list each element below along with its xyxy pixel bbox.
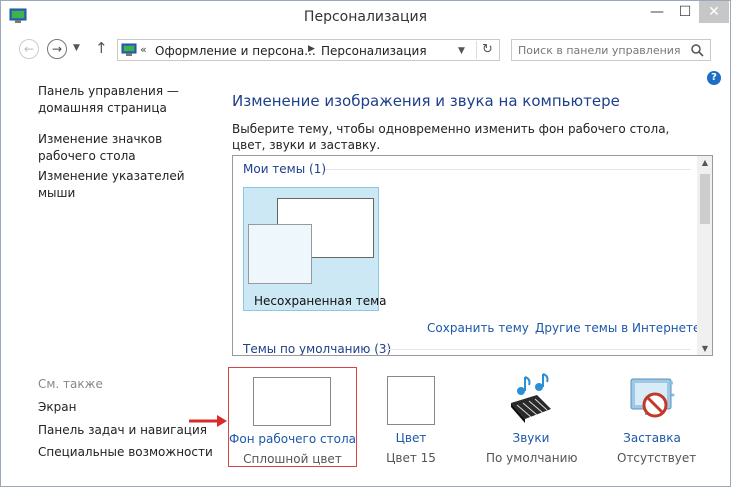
theme-tile-unsaved[interactable]: Несохраненная тема [243, 187, 387, 311]
personalization-window: Персонализация — ☐ ✕ ← → ▼ ↑ « Оформлени… [0, 0, 731, 487]
recent-pages-chevron-down-icon[interactable]: ▼ [73, 43, 80, 53]
sidebar-link-mouse-pointers[interactable]: Изменение указателей мыши [38, 168, 213, 202]
sidebar-link-taskbar[interactable]: Панель задач и навигация [38, 422, 213, 439]
forward-button[interactable]: → [47, 39, 67, 59]
title-bar: Персонализация — ☐ ✕ [1, 1, 730, 33]
more-themes-online-link[interactable]: Другие темы в Интернете [535, 321, 700, 335]
desktop-background-value: Сплошной цвет [243, 452, 342, 466]
screensaver-link[interactable]: Заставка [617, 431, 687, 445]
sounds-icon [511, 373, 551, 423]
screensaver-setting[interactable]: Заставка Отсутствует [617, 367, 697, 467]
screensaver-value: Отсутствует [617, 451, 697, 465]
theme-preview-window [248, 224, 312, 284]
up-button[interactable]: ↑ [95, 39, 108, 57]
scroll-thumb[interactable] [700, 174, 710, 224]
sounds-setting[interactable]: Звуки По умолчанию [486, 367, 578, 467]
search-box[interactable] [511, 39, 711, 61]
page-description: Выберите тему, чтобы одновременно измени… [232, 122, 670, 152]
color-link[interactable]: Цвет [375, 431, 447, 445]
search-input[interactable] [518, 42, 686, 58]
address-history-chevron-down-icon[interactable]: ▼ [458, 46, 465, 56]
page-title: Изменение изображения и звука на компьют… [232, 92, 620, 110]
sidebar-link-control-panel-home[interactable]: Панель управления — домашняя страница [38, 83, 213, 117]
chevron-right-icon[interactable]: ▶ [308, 44, 315, 54]
sounds-link[interactable]: Звуки [486, 431, 576, 445]
breadcrumb-appearance[interactable]: Оформление и персона... [155, 44, 316, 58]
theme-name: Несохраненная тема [254, 294, 387, 308]
theme-list[interactable]: Мои темы (1) Несохраненная тема Сохранит… [232, 155, 713, 356]
group-divider [385, 349, 691, 350]
control-panel-icon [121, 43, 137, 56]
help-icon[interactable]: ? [707, 71, 721, 85]
address-bar[interactable]: « Оформление и персона... ▶ Персонализац… [117, 39, 500, 61]
desktop-background-preview [253, 377, 331, 426]
sidebar-link-accessibility[interactable]: Специальные возможности [38, 444, 213, 461]
default-themes-group-title: Темы по умолчанию (3) [243, 342, 392, 356]
color-setting[interactable]: Цвет Цвет 15 [375, 367, 447, 467]
red-arrow-icon [189, 415, 227, 427]
save-theme-link[interactable]: Сохранить тему [427, 321, 529, 335]
my-themes-group-title: Мои темы (1) [243, 162, 327, 176]
navigation-bar: ← → ▼ ↑ « Оформление и персона... ▶ Перс… [1, 35, 730, 65]
theme-list-scrollbar[interactable]: ▲ ▼ [697, 156, 712, 355]
search-icon[interactable] [690, 43, 704, 57]
back-button[interactable]: ← [19, 39, 39, 59]
desktop-background-setting[interactable]: Фон рабочего стола Сплошной цвет [228, 367, 357, 467]
desktop-background-link[interactable]: Фон рабочего стола [229, 432, 356, 446]
breadcrumb-personalization[interactable]: Персонализация [321, 44, 427, 58]
group-divider [325, 169, 691, 170]
sidebar-link-desktop-icons[interactable]: Изменение значков рабочего стола [38, 131, 213, 165]
see-also-heading: См. также [38, 377, 103, 391]
scroll-down-arrow-icon[interactable]: ▼ [697, 344, 712, 353]
window-title: Персонализация [303, 9, 428, 25]
color-preview [387, 376, 435, 425]
sounds-value: По умолчанию [486, 451, 578, 465]
color-value: Цвет 15 [386, 451, 436, 465]
sidebar-link-display[interactable]: Экран [38, 399, 213, 416]
screensaver-icon [630, 378, 675, 418]
maximize-button[interactable]: ☐ [671, 1, 699, 23]
refresh-button[interactable]: ↻ [476, 41, 498, 59]
scroll-up-arrow-icon[interactable]: ▲ [697, 158, 712, 167]
minimize-button[interactable]: — [643, 1, 671, 23]
hidden-crumbs-chevron[interactable]: « [140, 43, 147, 56]
close-button[interactable]: ✕ [699, 1, 729, 23]
